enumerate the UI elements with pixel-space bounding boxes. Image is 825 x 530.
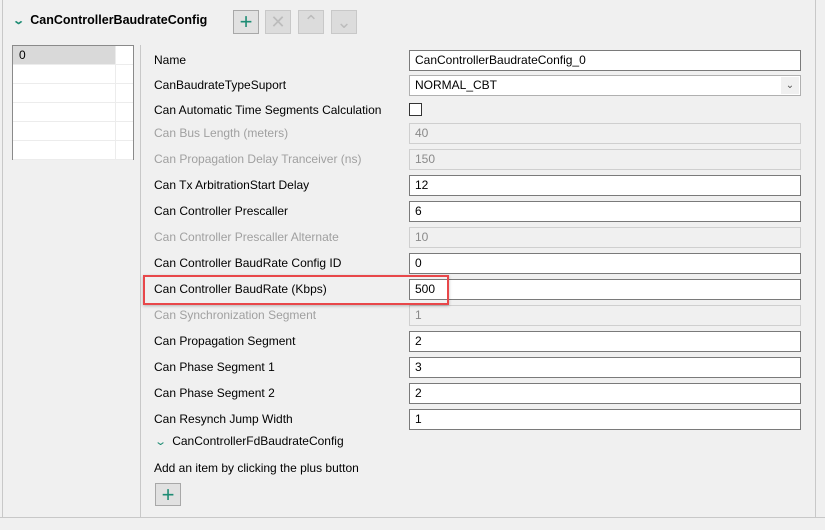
list-item-cell <box>115 122 133 140</box>
can-bus-length-meters-label: Can Bus Length (meters) <box>154 126 289 140</box>
subsection-header[interactable]: ⌄ CanControllerFdBaudrateConfig <box>154 434 344 448</box>
can-automatic-time-segments-calculation-label: Can Automatic Time Segments Calculation <box>154 103 382 117</box>
can-controller-prescaller-alternate-input: 10 <box>409 227 801 248</box>
can-phase-segment-2-input[interactable]: 2 <box>409 383 801 404</box>
name-label: Name <box>154 53 187 67</box>
list-item-label <box>13 84 115 102</box>
list-item[interactable] <box>13 103 133 122</box>
list-separator <box>140 45 141 517</box>
can-phase-segment-2-label: Can Phase Segment 2 <box>154 386 275 400</box>
can-tx-arbitrationstart-delay-input[interactable]: 12 <box>409 175 801 196</box>
name-input[interactable]: CanControllerBaudrateConfig_0 <box>409 50 801 71</box>
move-up-button[interactable]: ⌃ <box>298 10 324 34</box>
list-item-label <box>13 65 115 83</box>
item-list[interactable]: 0 <box>12 45 134 160</box>
add-fd-config-button[interactable]: + <box>155 482 181 507</box>
can-controller-prescaller-alternate-label: Can Controller Prescaller Alternate <box>154 230 339 244</box>
canbaudratetypesuport-select[interactable]: NORMAL_CBT ⌄ <box>409 75 801 96</box>
bottom-border <box>0 517 825 518</box>
list-item-label <box>13 141 115 159</box>
canbaudratetypesuport-label: CanBaudrateTypeSuport <box>154 78 287 92</box>
section-title: CanControllerBaudrateConfig <box>30 13 208 27</box>
list-item-cell <box>115 141 133 159</box>
can-tx-arbitrationstart-delay-label: Can Tx ArbitrationStart Delay <box>154 178 310 192</box>
subsection-title: CanControllerFdBaudrateConfig <box>172 434 344 448</box>
can-synchronization-segment-label: Can Synchronization Segment <box>154 308 317 322</box>
list-item-cell <box>115 103 133 121</box>
can-propagation-segment-label: Can Propagation Segment <box>154 334 296 348</box>
can-automatic-time-segments-calculation-checkbox[interactable] <box>409 103 422 116</box>
list-item[interactable]: 0 <box>13 46 133 65</box>
can-controller-baudrate-config-id-input[interactable]: 0 <box>409 253 801 274</box>
can-propagation-delay-tranceiver-ns-input: 150 <box>409 149 801 170</box>
highlight-box <box>143 275 449 305</box>
chevron-down-icon[interactable]: ⌄ <box>781 77 799 94</box>
add-hint: Add an item by clicking the plus button <box>154 461 359 475</box>
can-controller-baudrate-config-id-label: Can Controller BaudRate Config ID <box>154 256 342 270</box>
list-item[interactable] <box>13 122 133 141</box>
list-item-cell <box>115 84 133 102</box>
list-item-label <box>13 103 115 121</box>
list-item-cell <box>115 65 133 83</box>
list-item[interactable] <box>13 84 133 103</box>
chevron-down-icon[interactable]: ⌄ <box>12 14 25 27</box>
selected-value: NORMAL_CBT <box>415 78 498 92</box>
list-item-label <box>13 122 115 140</box>
section-header[interactable]: ⌄ CanControllerBaudrateConfig <box>12 13 208 27</box>
chevron-down-icon[interactable]: ⌄ <box>154 435 167 448</box>
can-phase-segment-1-input[interactable]: 3 <box>409 357 801 378</box>
right-border <box>815 0 816 517</box>
list-item[interactable] <box>13 65 133 84</box>
can-resynch-jump-width-input[interactable]: 1 <box>409 409 801 430</box>
can-resynch-jump-width-label: Can Resynch Jump Width <box>154 412 293 426</box>
list-item-cell <box>115 46 133 64</box>
list-item-label: 0 <box>13 46 115 64</box>
remove-button[interactable]: ✕ <box>265 10 291 34</box>
move-down-button[interactable]: ⌄ <box>331 10 357 34</box>
list-item[interactable] <box>13 141 133 160</box>
can-controller-prescaller-input[interactable]: 6 <box>409 201 801 222</box>
left-border <box>2 0 3 517</box>
can-synchronization-segment-input: 1 <box>409 305 801 326</box>
can-propagation-segment-input[interactable]: 2 <box>409 331 801 352</box>
can-controller-prescaller-label: Can Controller Prescaller <box>154 204 289 218</box>
can-phase-segment-1-label: Can Phase Segment 1 <box>154 360 275 374</box>
can-controller-baudrate-kbps-input[interactable]: 500 <box>409 279 801 300</box>
can-bus-length-meters-input: 40 <box>409 123 801 144</box>
can-propagation-delay-tranceiver-ns-label: Can Propagation Delay Tranceiver (ns) <box>154 152 362 166</box>
add-button[interactable]: + <box>233 9 259 34</box>
